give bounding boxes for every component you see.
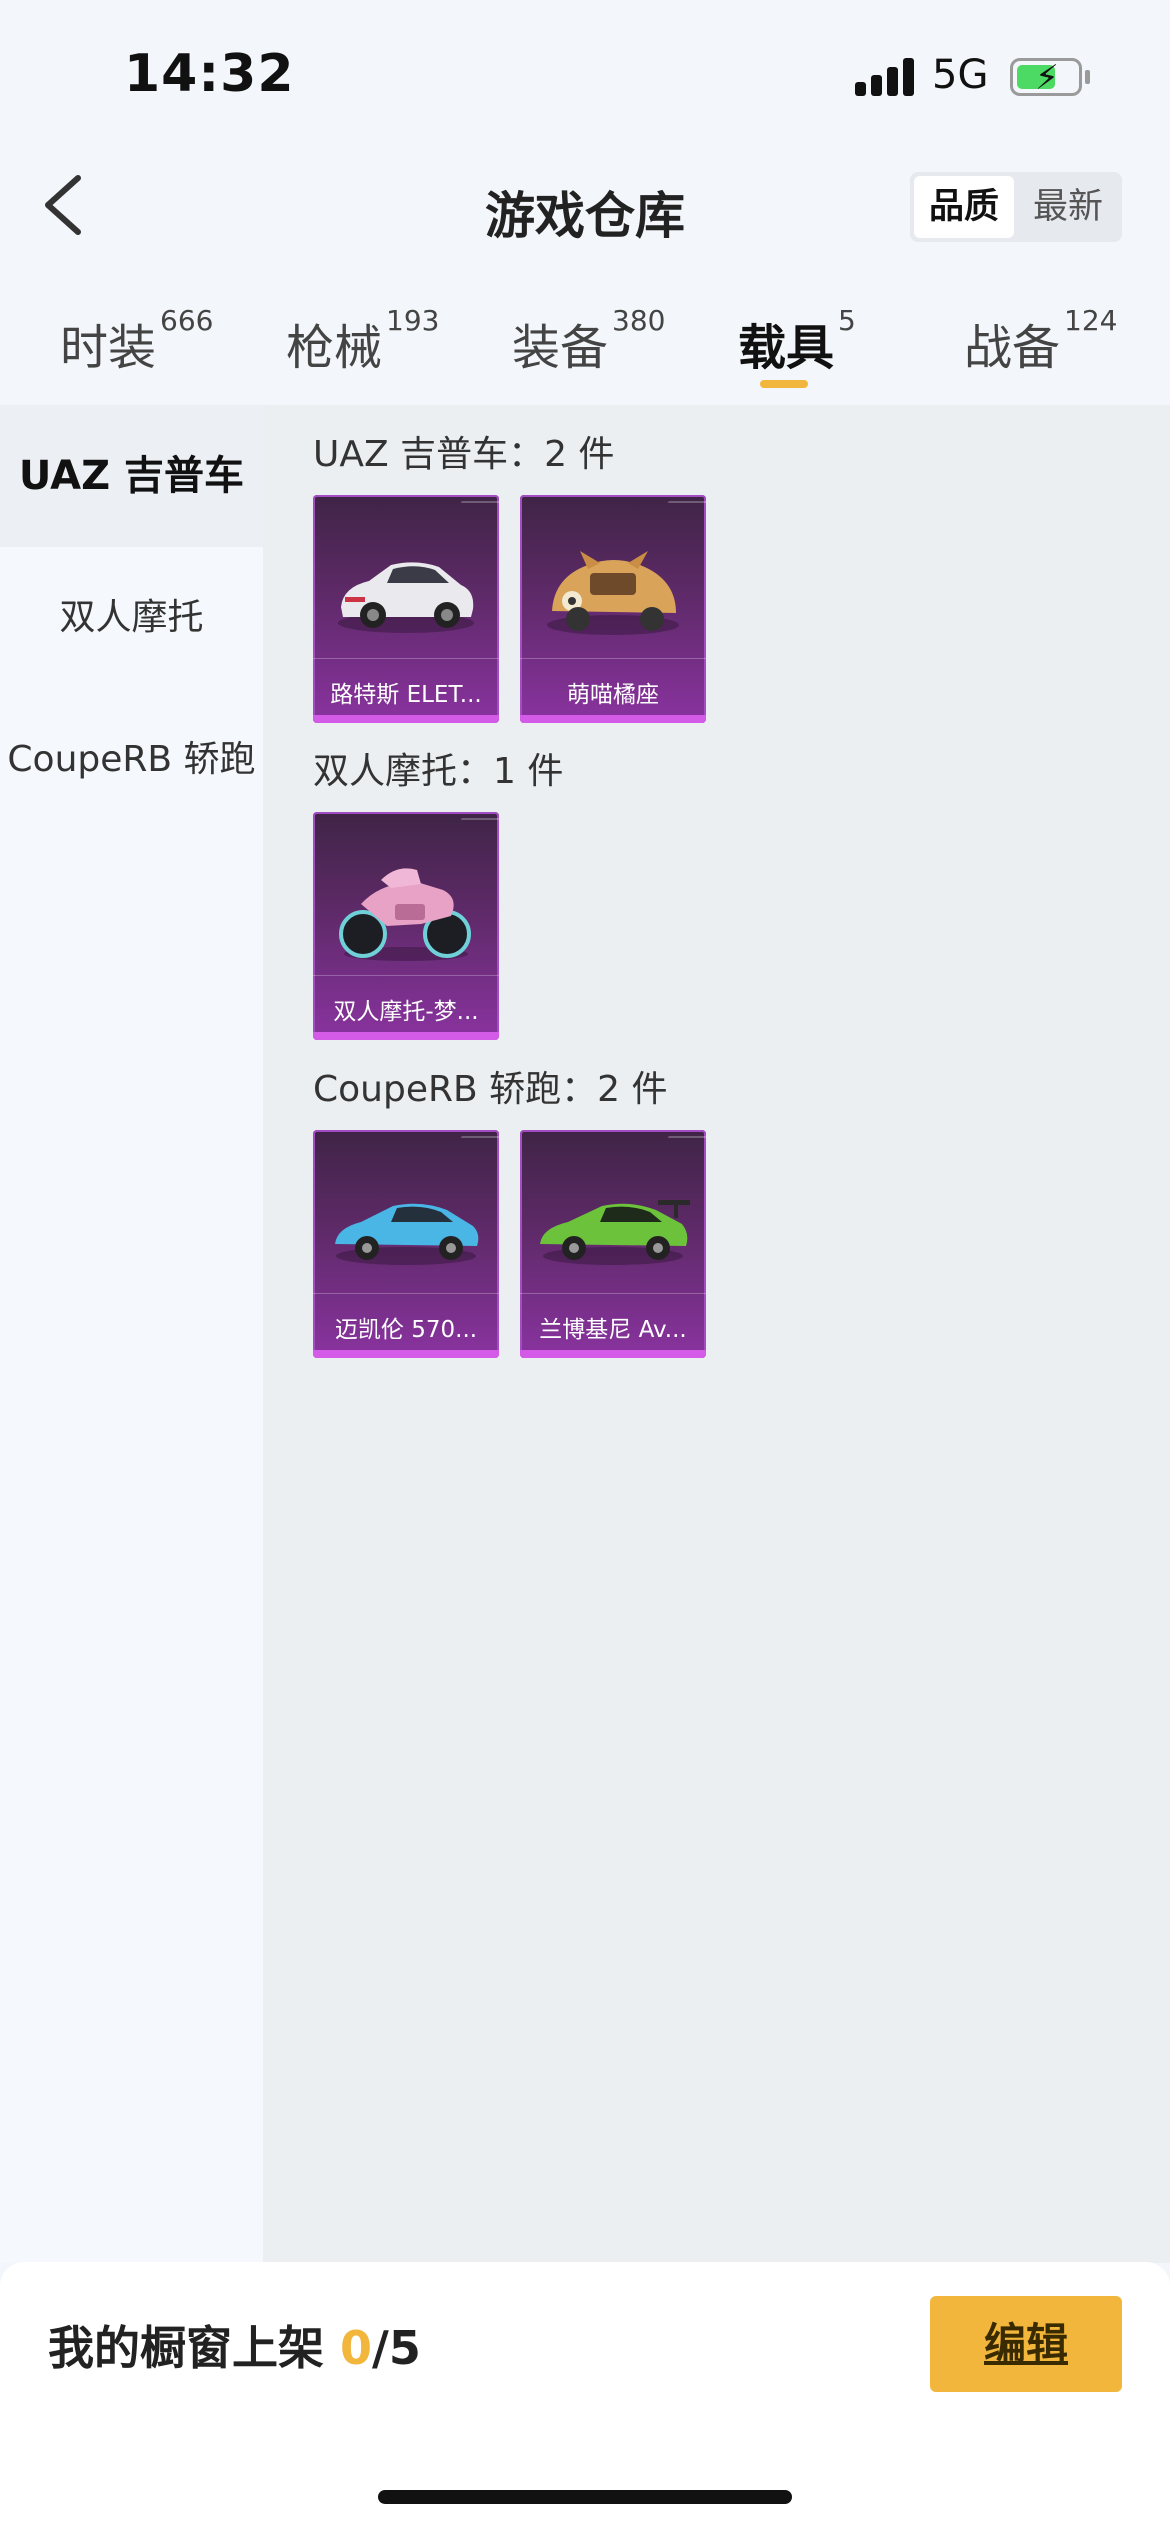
vehicle-card[interactable]: 双人摩托-梦... (313, 812, 499, 1040)
tab-count: 666 (160, 304, 214, 337)
vehicle-card[interactable]: 萌喵橘座 (520, 495, 706, 723)
sidebar-item-couperb[interactable]: CoupeRB 轿跑 (0, 689, 263, 831)
edit-button[interactable]: 编辑 (930, 2296, 1122, 2392)
vehicle-card-name: 路特斯 ELET... (330, 682, 482, 708)
battery-icon: ⚡ (1010, 58, 1082, 98)
tab-count: 5 (838, 304, 856, 337)
vehicle-card[interactable]: 兰博基尼 Av... (520, 1130, 706, 1358)
status-bar: 14:32 5G ⚡ (0, 0, 1170, 150)
network-type: 5G (932, 52, 989, 98)
tab-label: 装备 (512, 320, 609, 376)
tab-label: 枪械 (286, 320, 383, 376)
tab-equipment[interactable]: 装备 380 (512, 304, 665, 378)
green-sports-car-icon (540, 1200, 690, 1265)
tab-count: 193 (386, 304, 440, 337)
tab-label: 战备 (964, 320, 1061, 376)
showcase-count: 0 (340, 2321, 373, 2375)
tab-count: 124 (1064, 304, 1118, 337)
showcase-status: 我的橱窗上架 0/5 (48, 2312, 421, 2378)
group-title-motorcycle: 双人摩托：1 件 (313, 751, 564, 792)
vehicle-type-sidebar: UAZ 吉普车 双人摩托 CoupeRB 轿跑 (0, 405, 263, 2263)
tab-fashion[interactable]: 时装 666 (60, 304, 213, 378)
cat-beetle-car-icon (547, 551, 679, 635)
home-indicator[interactable] (378, 2490, 792, 2504)
tab-supplies[interactable]: 战备 124 (964, 304, 1117, 378)
blue-sports-car-icon (335, 1203, 479, 1265)
cellular-signal-icon (855, 58, 917, 96)
showcase-total: /5 (372, 2321, 421, 2375)
motorcycle-icon (339, 868, 471, 961)
battery-tip (1085, 70, 1090, 84)
suv-car-icon (338, 562, 474, 633)
vehicle-card-name: 兰博基尼 Av... (539, 1317, 687, 1343)
vehicle-card-name: 双人摩托-梦... (333, 999, 479, 1025)
active-tab-indicator (760, 380, 808, 388)
vehicle-card[interactable]: 迈凯伦 570... (313, 1130, 499, 1358)
group-title-couperb: CoupeRB 轿跑：2 件 (313, 1069, 668, 1110)
sort-toggle[interactable]: 品质 最新 (910, 172, 1122, 242)
tab-label: 时装 (60, 320, 157, 376)
group-title-uaz: UAZ 吉普车：2 件 (313, 434, 615, 475)
status-time: 14:32 (124, 44, 295, 104)
vehicle-card-name: 萌喵橘座 (567, 682, 659, 708)
category-tabs: 时装 666 枪械 193 装备 380 载具 5 战备 124 (0, 290, 1170, 400)
tab-count: 380 (612, 304, 666, 337)
sidebar-item-uaz-jeep[interactable]: UAZ 吉普车 (0, 405, 263, 547)
vehicle-card[interactable]: 路特斯 ELET... (313, 495, 499, 723)
sort-quality-option[interactable]: 品质 (914, 176, 1014, 238)
tab-label: 载具 (738, 320, 835, 376)
showcase-label: 我的橱窗上架 (48, 2321, 324, 2375)
tab-vehicles[interactable]: 载具 5 (738, 304, 856, 378)
sort-newest-option[interactable]: 最新 (1018, 176, 1118, 238)
vehicle-card-name: 迈凯伦 570... (334, 1317, 478, 1343)
sidebar-item-motorcycle[interactable]: 双人摩托 (0, 547, 263, 689)
tab-firearms[interactable]: 枪械 193 (286, 304, 439, 378)
